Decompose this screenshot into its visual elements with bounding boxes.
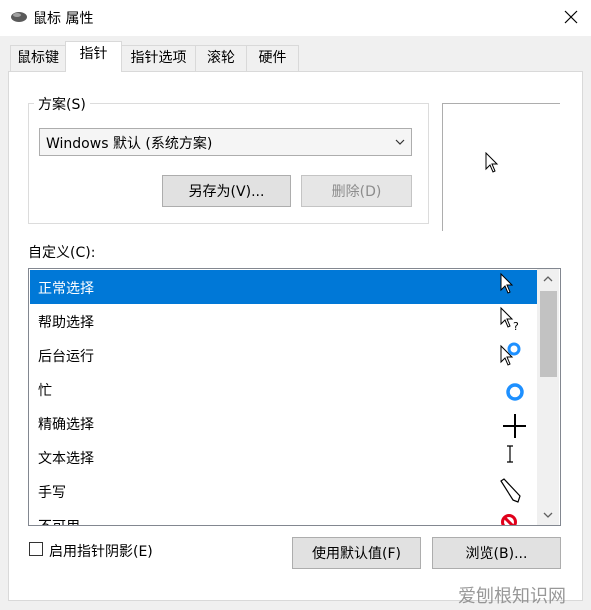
list-scrollbar[interactable]	[537, 269, 559, 525]
mouse-icon	[10, 10, 28, 24]
list-item[interactable]: 正常选择	[30, 270, 538, 304]
close-button[interactable]	[556, 4, 586, 30]
text-select-cursor-icon	[507, 445, 513, 463]
browse-button[interactable]: 浏览(B)...	[432, 537, 561, 569]
title-bar: 鼠标 属性	[0, 0, 591, 36]
help-cursor-icon: ?	[500, 306, 519, 333]
list-item[interactable]: 忙	[30, 372, 538, 406]
crosshair-cursor-icon	[503, 414, 526, 438]
tab-pointers[interactable]: 指针	[65, 41, 122, 72]
svg-text:?: ?	[513, 320, 519, 333]
tab-wheel[interactable]: 滚轮	[195, 45, 247, 71]
window-title: 鼠标 属性	[33, 11, 94, 27]
list-item[interactable]: 后台运行	[30, 338, 538, 372]
pointer-shadow-checkbox[interactable]	[29, 542, 43, 556]
scroll-up-button[interactable]	[537, 269, 559, 289]
scroll-thumb[interactable]	[540, 291, 557, 377]
chevron-down-icon	[395, 139, 405, 145]
list-item[interactable]: 文本选择	[30, 440, 538, 474]
list-item-label: 帮助选择	[38, 315, 94, 331]
list-item[interactable]: 不可用	[30, 508, 538, 525]
list-item-label: 手写	[38, 485, 66, 501]
chevron-down-icon	[543, 512, 553, 518]
watermark: 爱刨根知识网	[458, 586, 566, 607]
busy-cursor-icon	[506, 383, 524, 401]
list-item-label: 文本选择	[38, 451, 94, 467]
arrow-cursor-icon	[485, 152, 499, 173]
working-in-background-cursor-icon	[500, 342, 521, 366]
list-item-label: 不可用	[38, 516, 80, 525]
arrow-cursor-icon	[500, 272, 514, 294]
customize-label: 自定义(C):	[28, 245, 96, 261]
handwriting-pen-cursor-icon	[500, 478, 521, 503]
list-item-label: 忙	[38, 383, 52, 399]
list-item[interactable]: 帮助选择 ?	[30, 304, 538, 338]
close-icon	[564, 10, 578, 24]
tab-hardware[interactable]: 硬件	[246, 45, 299, 71]
delete-button[interactable]: 删除(D)	[301, 175, 412, 207]
tab-buttons[interactable]: 鼠标键	[10, 45, 66, 71]
chevron-up-icon	[543, 276, 553, 282]
cursor-preview	[442, 103, 560, 231]
list-item-label: 后台运行	[38, 349, 94, 365]
pointer-shadow-label[interactable]: 启用指针阴影(E)	[49, 541, 153, 561]
scheme-select-value: Windows 默认 (系统方案)	[46, 136, 213, 152]
unavailable-cursor-icon	[501, 514, 517, 525]
save-as-button[interactable]: 另存为(V)...	[162, 175, 291, 207]
list-item[interactable]: 手写	[30, 474, 538, 508]
cursor-list[interactable]: 正常选择 帮助选择 ? 后台运行 忙 精确选择 文本选择 手写	[28, 268, 561, 526]
list-item-label: 精确选择	[38, 417, 94, 433]
use-default-button[interactable]: 使用默认值(F)	[292, 537, 421, 569]
list-item-label: 正常选择	[38, 281, 94, 297]
tab-pointer-options[interactable]: 指针选项	[121, 45, 196, 71]
list-item[interactable]: 精确选择	[30, 406, 538, 440]
scheme-select[interactable]: Windows 默认 (系统方案)	[39, 128, 412, 156]
scheme-label: 方案(S)	[34, 94, 90, 114]
scroll-down-button[interactable]	[537, 505, 559, 525]
